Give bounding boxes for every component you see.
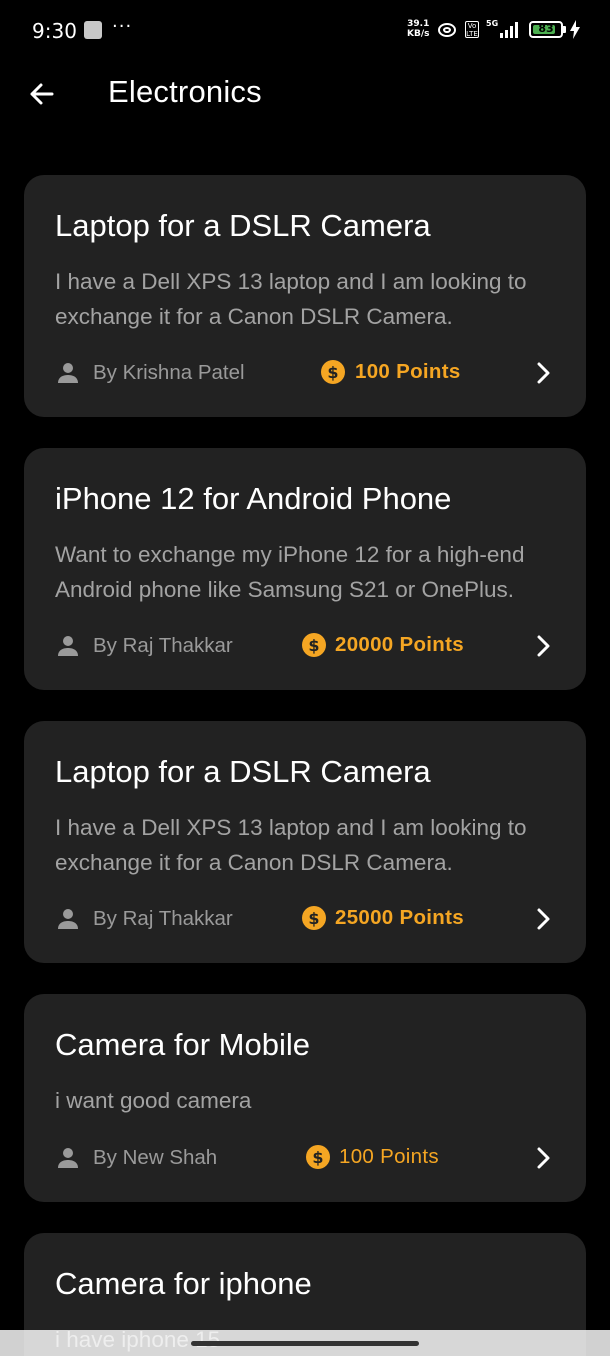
volte-icon: Vo LTE — [465, 21, 479, 38]
page-title: Electronics — [108, 74, 262, 109]
person-icon — [58, 909, 78, 929]
listing-description: I have a Dell XPS 13 laptop and I am loo… — [55, 815, 527, 875]
listing-points: 25000 Points — [335, 906, 464, 929]
person-icon — [58, 636, 78, 656]
network-type: 5G — [486, 19, 499, 28]
listing-meta: By New Shah $ 100 Points — [55, 1144, 561, 1172]
listing-meta: By Raj Thakkar $ 20000 Points — [55, 632, 561, 660]
app-bar: Electronics — [0, 60, 610, 130]
listing-card[interactable]: iPhone 12 for Android Phone Want to exch… — [24, 448, 586, 690]
listing-title: Laptop for a DSLR Camera — [55, 754, 431, 789]
network-speed-value: 39.1 — [407, 19, 430, 29]
listing-author: By New Shah — [93, 1146, 218, 1169]
svg-text:$: $ — [308, 909, 319, 928]
listing-card[interactable]: Camera for Mobile i want good camera By … — [24, 994, 586, 1202]
status-bar: 9:30 ··· 39.1 KB/s Vo LTE 5G 83 — [0, 0, 610, 60]
svg-text:$: $ — [312, 1148, 323, 1167]
listing-description: i want good camera — [55, 1088, 252, 1113]
svg-text:$: $ — [308, 636, 319, 655]
listing-meta: By Raj Thakkar $ 25000 Points — [55, 905, 561, 933]
svg-text:$: $ — [327, 363, 338, 382]
charging-bolt-icon — [570, 20, 580, 39]
coin-icon: $ — [321, 360, 345, 384]
coin-icon: $ — [302, 633, 326, 657]
coin-icon: $ — [302, 906, 326, 930]
listing-points: 100 Points — [339, 1145, 439, 1168]
chevron-right-icon[interactable] — [530, 632, 556, 660]
listing-card[interactable]: Laptop for a DSLR Camera I have a Dell X… — [24, 175, 586, 417]
arrow-left-icon — [30, 83, 54, 105]
listing-meta: By Krishna Patel $ 100 Points — [55, 359, 561, 387]
listing-title: Laptop for a DSLR Camera — [55, 208, 431, 243]
coin-icon: $ — [306, 1145, 330, 1169]
listing-points: 20000 Points — [335, 633, 464, 656]
hotspot-icon — [438, 23, 456, 37]
network-speed-unit: KB/s — [407, 29, 430, 39]
listing-points: 100 Points — [355, 360, 461, 383]
listing-card[interactable]: Laptop for a DSLR Camera I have a Dell X… — [24, 721, 586, 963]
network-speed: 39.1 KB/s — [407, 19, 429, 39]
listing-description: I have a Dell XPS 13 laptop and I am loo… — [55, 269, 527, 329]
battery-icon: 83 — [529, 21, 563, 38]
battery-tip — [563, 26, 566, 33]
chevron-right-icon[interactable] — [530, 359, 556, 387]
listing-author: By Raj Thakkar — [93, 907, 233, 930]
person-icon — [58, 363, 78, 383]
listing-author: By Raj Thakkar — [93, 634, 233, 657]
listing-title: iPhone 12 for Android Phone — [55, 481, 452, 516]
person-icon — [58, 1148, 78, 1168]
listing-author: By Krishna Patel — [93, 361, 245, 384]
chevron-right-icon[interactable] — [530, 905, 556, 933]
chevron-right-icon[interactable] — [530, 1144, 556, 1172]
home-gesture-handle[interactable] — [191, 1341, 419, 1346]
status-time: 9:30 — [32, 19, 77, 43]
battery-level: 83 — [538, 22, 554, 35]
back-button[interactable] — [22, 72, 62, 116]
more-notifications-icon: ··· — [112, 16, 133, 37]
screen: 9:30 ··· 39.1 KB/s Vo LTE 5G 83 Electron… — [0, 0, 610, 1356]
listing-title: Camera for Mobile — [55, 1027, 310, 1062]
listing-title: Camera for iphone — [55, 1266, 312, 1301]
listing-description: Want to exchange my iPhone 12 for a high… — [55, 542, 525, 602]
wrench-icon — [84, 21, 102, 39]
